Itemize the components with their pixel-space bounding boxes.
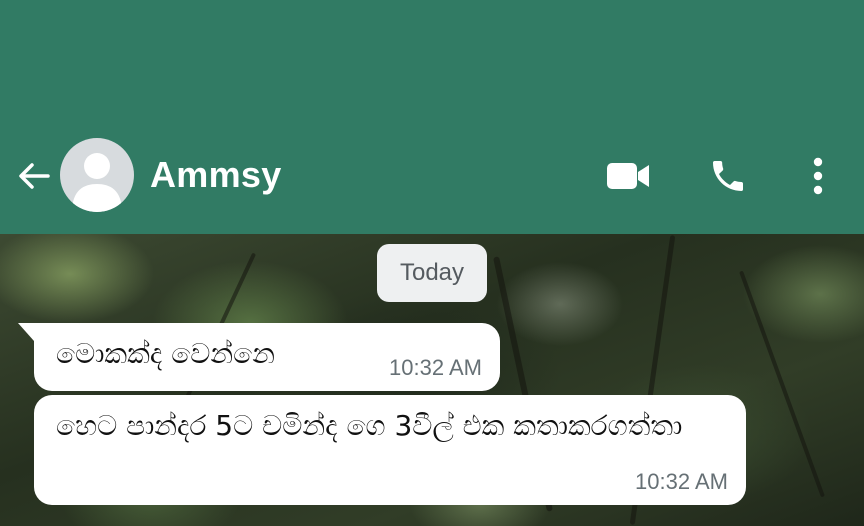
video-camera-icon <box>607 163 649 189</box>
video-call-button[interactable] <box>600 154 656 198</box>
avatar[interactable] <box>60 138 134 212</box>
overflow-menu-button[interactable] <box>800 150 836 202</box>
person-placeholder-icon <box>72 153 122 212</box>
chat-header: Ammsy <box>0 0 864 234</box>
message-bubble[interactable]: මොකක්ද වෙන්නෙ 10:32 AM <box>18 323 500 391</box>
date-chip: Today <box>377 244 487 302</box>
message-time: 10:32 AM <box>389 355 482 380</box>
message-text: මොකක්ද වෙන්නෙ <box>56 337 275 370</box>
arrow-left-icon <box>19 163 50 189</box>
back-button[interactable] <box>14 156 54 196</box>
phone-icon <box>713 161 743 191</box>
vertical-dots-icon <box>813 157 823 195</box>
message-time: 10:32 AM <box>635 469 728 494</box>
voice-call-button[interactable] <box>702 150 754 202</box>
message-text: හෙට පාන්දර 5ට චමින්ද ගෙ 3වීල් එක කතාකරගත… <box>56 409 683 442</box>
wallpaper-branch <box>739 270 825 498</box>
contact-name[interactable]: Ammsy <box>150 152 282 198</box>
chat-area[interactable]: Today මොකක්ද වෙන්නෙ 10:32 AM හෙට පාන්දර … <box>0 234 864 526</box>
message-bubble[interactable]: හෙට පාන්දර 5ට චමින්ද ගෙ 3වීල් එක කතාකරගත… <box>34 395 746 505</box>
